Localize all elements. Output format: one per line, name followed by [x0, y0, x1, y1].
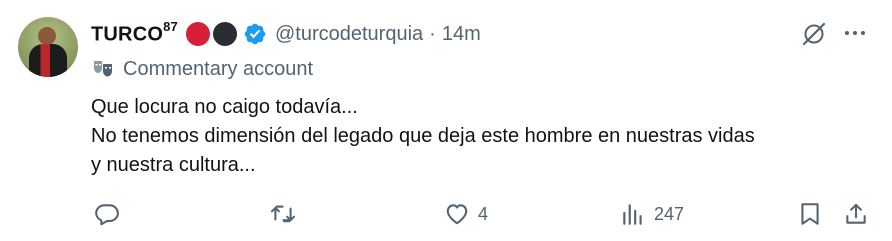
- reply-icon: [95, 204, 119, 226]
- avatar-figure-head: [38, 27, 56, 45]
- grok-icon[interactable]: [800, 20, 828, 48]
- like-count: 4: [478, 203, 489, 224]
- verified-badge-icon[interactable]: [243, 22, 267, 46]
- red-circle-emoji: [185, 22, 210, 46]
- like-button[interactable]: 4: [444, 198, 488, 230]
- bookmark-button[interactable]: [797, 198, 823, 230]
- tweet-text: Que locura no caigo todavía... No tenemo…: [91, 93, 755, 180]
- views-count: 247: [654, 203, 685, 224]
- bookmark-icon: [801, 203, 819, 225]
- share-icon: [846, 203, 866, 224]
- more-icon[interactable]: [842, 20, 868, 46]
- retweet-icon: [270, 205, 296, 223]
- tweet-card[interactable]: TURCO87 @turcodeturquia · 14m Commentary…: [0, 0, 892, 241]
- tweet-text-line: y nuestra cultura...: [91, 154, 256, 176]
- author-display-name[interactable]: TURCO87: [91, 19, 178, 47]
- commentary-text: Commentary account: [123, 57, 314, 80]
- mask-icon: [94, 61, 112, 77]
- views-button[interactable]: 247: [620, 198, 684, 230]
- author-handle[interactable]: @turcodeturquia: [275, 23, 423, 46]
- views-icon: [623, 204, 642, 225]
- retweet-button[interactable]: [270, 198, 304, 230]
- action-bar: 4 247: [0, 198, 892, 232]
- heart-icon: [446, 204, 468, 225]
- author-name-superscript: 87: [163, 19, 178, 35]
- black-circle-emoji: [212, 22, 237, 46]
- share-button[interactable]: [843, 198, 869, 230]
- reply-button[interactable]: [94, 198, 128, 230]
- commentary-label[interactable]: Commentary account: [91, 57, 313, 81]
- avatar-figure-body: [29, 44, 67, 77]
- tweet-text-line: No tenemos dimensión del legado que deja…: [91, 125, 755, 147]
- avatar[interactable]: [18, 17, 78, 77]
- tweet-text-line: Que locura no caigo todavía...: [91, 96, 358, 118]
- tweet-header: TURCO87 @turcodeturquia · 14m: [91, 19, 481, 48]
- tweet-timestamp[interactable]: 14m: [442, 23, 481, 46]
- author-name-text: TURCO: [91, 23, 164, 46]
- header-separator: ·: [429, 22, 436, 45]
